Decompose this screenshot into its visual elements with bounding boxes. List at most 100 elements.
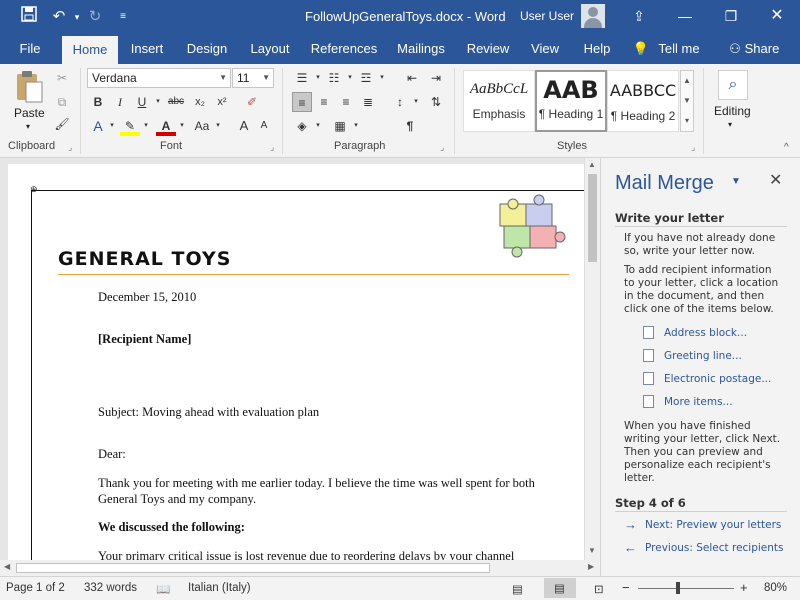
table-move-handle-icon[interactable]: ⊕ xyxy=(30,184,38,195)
text-effects-dropdown-icon[interactable]: ▾ xyxy=(102,116,122,136)
increase-indent-icon[interactable]: ⇥ xyxy=(426,68,446,88)
tell-me[interactable]: Tell me xyxy=(657,34,701,64)
horizontal-scrollbar[interactable]: ◀ ▶ xyxy=(0,560,600,576)
style-emphasis[interactable]: AaBbCcL Emphasis xyxy=(463,70,535,132)
electronic-postage-link[interactable]: Electronic postage... xyxy=(664,373,771,385)
font-launcher-icon[interactable]: ⌟ xyxy=(270,142,274,153)
align-left-icon[interactable]: ≡ xyxy=(292,92,312,112)
tab-design[interactable]: Design xyxy=(180,34,234,64)
tab-view[interactable]: View xyxy=(524,34,566,64)
styles-gallery-scroll[interactable]: ▲ ▼ ▾ xyxy=(680,70,694,132)
borders-dropdown-icon[interactable]: ▾ xyxy=(346,116,366,136)
zoom-out-icon[interactable]: − xyxy=(622,580,630,595)
shading-dropdown-icon[interactable]: ▾ xyxy=(308,116,328,136)
tab-file[interactable]: File xyxy=(8,34,52,64)
grow-font-icon[interactable]: A xyxy=(234,116,254,136)
zoom-slider-thumb[interactable] xyxy=(676,582,680,594)
tab-home[interactable]: Home xyxy=(62,36,118,64)
scroll-left-icon[interactable]: ◀ xyxy=(4,562,10,571)
lightbulb-icon[interactable]: 💡 xyxy=(632,34,650,64)
user-name[interactable]: User User xyxy=(520,9,574,23)
ribbon-display-icon[interactable]: ⇪ xyxy=(616,0,662,34)
proofing-icon[interactable]: 📖 xyxy=(156,582,170,596)
collapse-ribbon-icon[interactable]: ^ xyxy=(784,142,789,153)
line-spacing-dropdown-icon[interactable]: ▾ xyxy=(406,92,426,112)
subscript-icon[interactable]: x₂ xyxy=(190,92,210,112)
customize-qat-icon[interactable]: ≡ xyxy=(112,6,134,28)
justify-icon[interactable]: ≣ xyxy=(358,92,378,112)
document-page[interactable]: ⊕ GENERAL TOYS December 15, 2010 [Recipi… xyxy=(8,164,584,584)
more-items-link[interactable]: More items... xyxy=(664,396,733,408)
language-indicator[interactable]: Italian (Italy) xyxy=(188,582,251,594)
minimize-icon[interactable]: — xyxy=(662,0,708,34)
tab-review[interactable]: Review xyxy=(462,34,514,64)
tab-references[interactable]: References xyxy=(306,34,382,64)
share-button[interactable]: Share xyxy=(744,34,780,64)
tab-help[interactable]: Help xyxy=(578,34,616,64)
style-heading-2[interactable]: AABBCC ¶ Heading 2 xyxy=(607,70,679,132)
format-painter-icon[interactable]: 🖌 xyxy=(52,114,72,134)
scroll-thumb[interactable] xyxy=(16,563,490,573)
sort-icon[interactable]: ⇅ xyxy=(426,92,446,112)
shrink-font-icon[interactable]: A xyxy=(254,116,274,136)
font-name-combo[interactable]: Verdana ▼ xyxy=(87,68,231,88)
zoom-in-icon[interactable]: + xyxy=(740,580,748,595)
share-person-icon[interactable]: ⚇ xyxy=(726,34,744,64)
multilevel-dropdown-icon[interactable]: ▾ xyxy=(372,68,392,88)
word-count[interactable]: 332 words xyxy=(84,582,137,594)
clear-formatting-icon[interactable]: ✐ xyxy=(242,92,262,112)
search-icon[interactable]: ⌕ xyxy=(718,70,748,100)
font-size-combo[interactable]: 11 ▼ xyxy=(232,68,274,88)
scroll-right-icon[interactable]: ▶ xyxy=(588,562,594,571)
arrow-left-icon[interactable]: ← xyxy=(624,540,637,555)
tab-insert[interactable]: Insert xyxy=(122,34,172,64)
vertical-scrollbar[interactable]: ▲ ▼ xyxy=(584,158,600,560)
next-step-link[interactable]: Next: Preview your letters xyxy=(645,519,781,531)
zoom-level[interactable]: 80% xyxy=(764,582,787,594)
superscript-icon[interactable]: x² xyxy=(212,92,232,112)
web-layout-icon[interactable]: ⊡ xyxy=(594,582,604,596)
greeting-line-link[interactable]: Greeting line... xyxy=(664,350,742,362)
pane-options-icon[interactable]: ▼ xyxy=(731,176,741,187)
address-block-link[interactable]: Address block... xyxy=(664,327,747,339)
paragraph-launcher-icon[interactable]: ⌟ xyxy=(440,142,444,153)
underline-dropdown-icon[interactable]: ▾ xyxy=(148,92,168,112)
copy-icon[interactable]: ⧉ xyxy=(52,92,72,112)
page-count[interactable]: Page 1 of 2 xyxy=(6,582,65,594)
show-formatting-icon[interactable]: ¶ xyxy=(400,116,420,136)
close-pane-icon[interactable]: ✕ xyxy=(769,170,782,190)
editing-button[interactable]: Editing xyxy=(714,104,751,118)
save-icon[interactable] xyxy=(18,6,40,28)
decrease-indent-icon[interactable]: ⇤ xyxy=(402,68,422,88)
clipboard-launcher-icon[interactable]: ⌟ xyxy=(68,142,72,153)
arrow-right-icon[interactable]: → xyxy=(624,517,637,532)
read-mode-icon[interactable]: ▤ xyxy=(512,582,523,596)
avatar[interactable] xyxy=(581,4,605,28)
styles-launcher-icon[interactable]: ⌟ xyxy=(691,142,695,153)
highlight-dropdown-icon[interactable]: ▾ xyxy=(136,116,156,136)
align-center-icon[interactable]: ≡ xyxy=(314,92,334,112)
tab-mailings[interactable]: Mailings xyxy=(392,34,450,64)
align-right-icon[interactable]: ≡ xyxy=(336,92,356,112)
editing-dropdown-icon[interactable]: ▾ xyxy=(728,120,732,129)
redo-icon[interactable]: ↻ xyxy=(84,6,106,28)
change-case-dropdown-icon[interactable]: ▾ xyxy=(208,116,228,136)
strikethrough-icon[interactable]: abc xyxy=(166,92,186,112)
print-layout-icon[interactable]: ▤ xyxy=(544,578,576,598)
font-color-dropdown-icon[interactable]: ▾ xyxy=(172,116,192,136)
style-heading-1[interactable]: AAB ¶ Heading 1 xyxy=(535,70,607,132)
scroll-up-icon[interactable]: ▲ xyxy=(588,160,596,169)
tab-layout[interactable]: Layout xyxy=(242,34,298,64)
italic-icon[interactable]: I xyxy=(110,92,130,112)
paste-button[interactable]: Paste xyxy=(14,106,45,120)
restore-icon[interactable]: ❐ xyxy=(708,0,754,34)
cut-icon[interactable]: ✂ xyxy=(52,68,72,88)
scroll-thumb[interactable] xyxy=(588,174,597,262)
close-icon[interactable]: ✕ xyxy=(754,0,800,34)
paste-dropdown-icon[interactable]: ▾ xyxy=(26,122,30,131)
bold-icon[interactable]: B xyxy=(88,92,108,112)
scroll-down-icon[interactable]: ▼ xyxy=(588,546,596,555)
paste-icon[interactable] xyxy=(14,70,44,104)
zoom-slider[interactable] xyxy=(638,588,734,589)
previous-step-link[interactable]: Previous: Select recipients xyxy=(645,542,784,554)
